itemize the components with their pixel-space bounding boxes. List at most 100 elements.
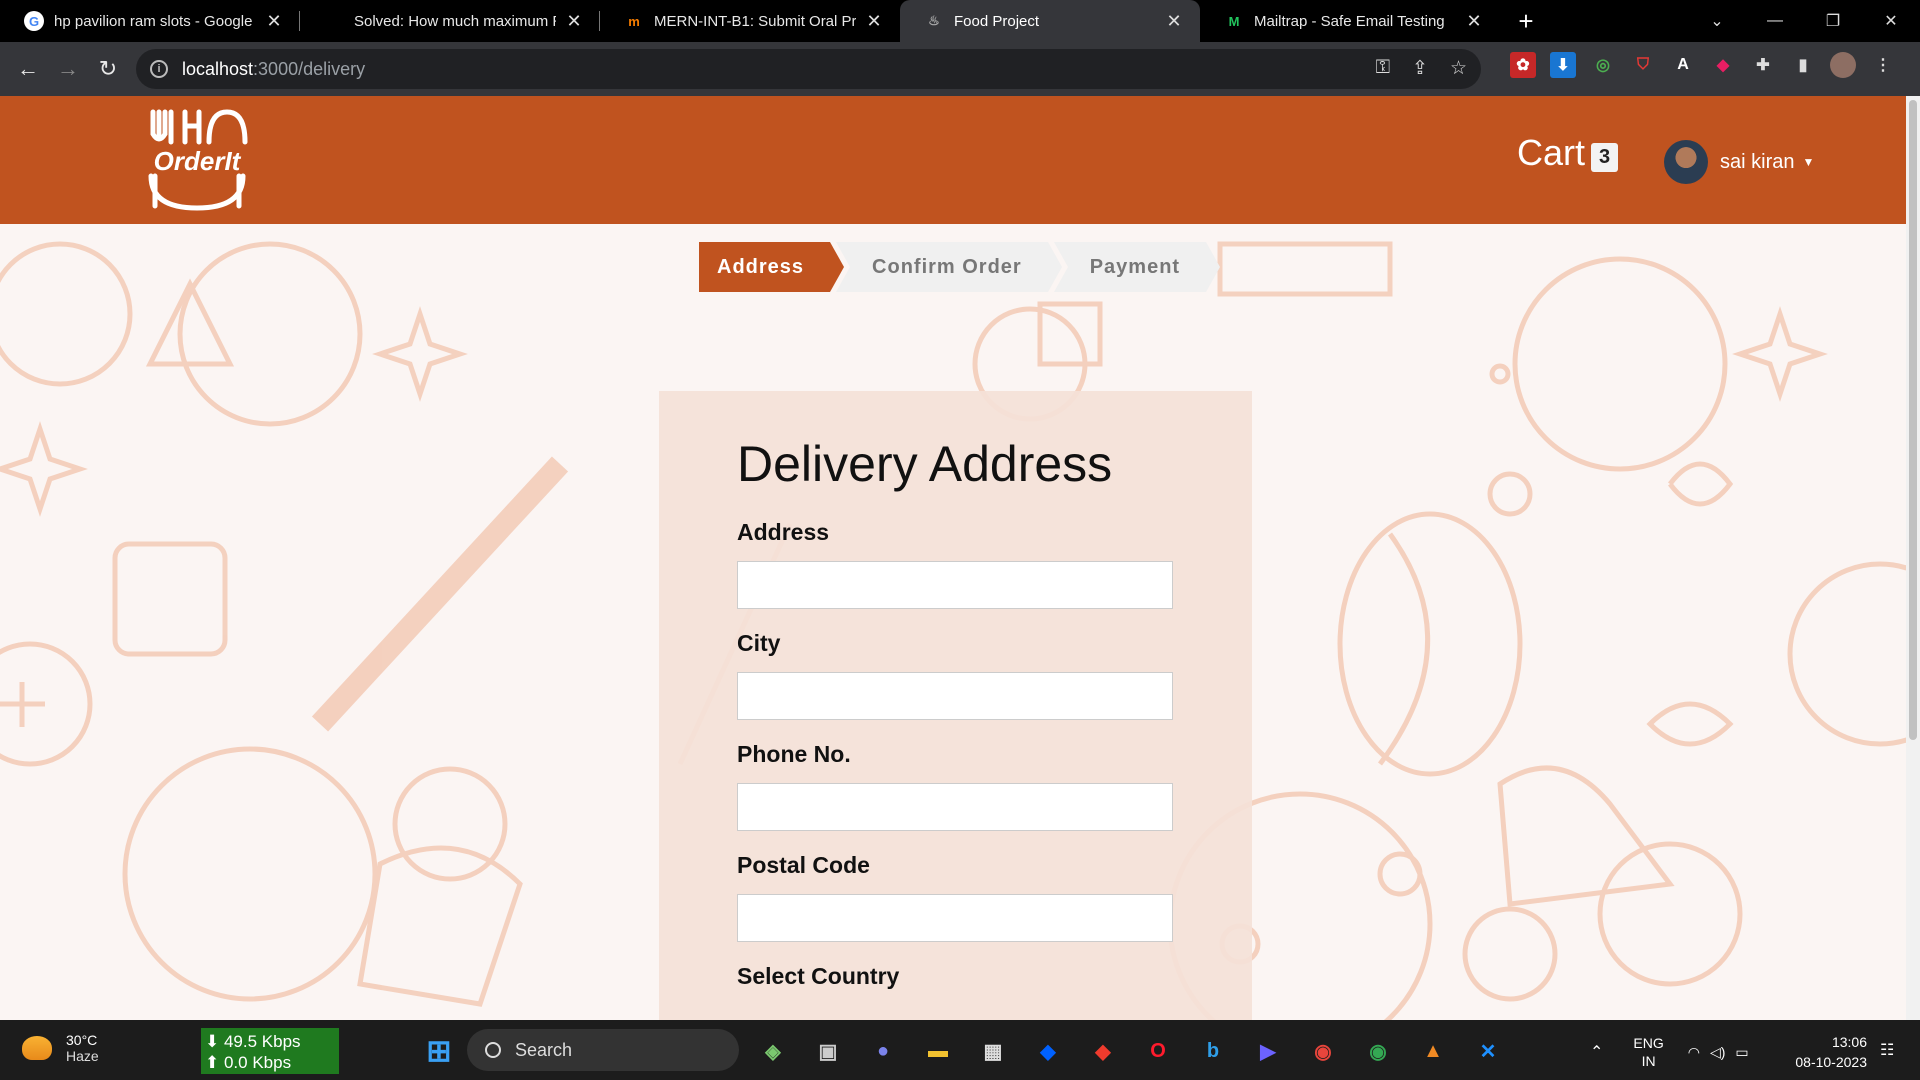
address-input[interactable] — [737, 561, 1173, 609]
extension-icon[interactable]: ◎ — [1590, 52, 1616, 78]
menu-dots-icon[interactable]: ⋮ — [1870, 52, 1896, 78]
download-speed: ⬇ 49.5 Kbps — [205, 1032, 301, 1051]
download-extension-icon[interactable]: ⬇ — [1550, 52, 1576, 78]
clock[interactable]: 13:06 08-10-2023 — [1785, 1032, 1867, 1072]
lang-code: ENG — [1633, 1035, 1664, 1051]
shield-icon[interactable]: ⛉ — [1630, 52, 1656, 78]
tab-title: hp pavilion ram slots - Google S — [54, 12, 256, 30]
browser-tab[interactable]: Solved: How much maximum RA ✕ — [300, 0, 600, 42]
masai-icon: m — [628, 13, 640, 29]
language-indicator[interactable]: ENG IN — [1633, 1034, 1663, 1070]
battery-icon[interactable]: ▭ — [1735, 1044, 1748, 1061]
key-icon[interactable]: ⚿ — [1376, 57, 1390, 80]
city-input[interactable] — [737, 672, 1173, 720]
caret-down-icon: ▼ — [1802, 155, 1815, 169]
media-player-icon[interactable]: ▶ — [1247, 1030, 1289, 1072]
cart-link[interactable]: Cart 3 — [1517, 132, 1619, 174]
user-menu[interactable]: sai kiran ▼ — [1664, 140, 1814, 184]
food-favicon-icon: ♨ — [928, 13, 940, 28]
pinned-apps: ◈ ▣ ● ▬ ▦ ◆ ◆ O b ▶ ◉ ◉ ▲ ✕ — [752, 1030, 1522, 1072]
volume-icon[interactable]: ◁) — [1710, 1044, 1725, 1061]
anydesk-icon[interactable]: ◆ — [1082, 1030, 1124, 1072]
tab-title: Mailtrap - Safe Email Testing — [1254, 12, 1445, 30]
notification-icon[interactable]: ☷ — [1880, 1040, 1894, 1060]
browser-tab[interactable]: M Mailtrap - Safe Email Testing ✕ — [1200, 0, 1500, 42]
weather-condition: Haze — [66, 1048, 99, 1064]
browser-tab-active[interactable]: ♨ Food Project ✕ — [900, 0, 1200, 42]
page-icon — [324, 11, 344, 31]
file-explorer-icon[interactable]: ▬ — [917, 1030, 959, 1072]
opera-icon[interactable]: O — [1137, 1030, 1179, 1072]
country-label: Select Country — [737, 963, 900, 989]
system-tray: ⌃ ENG IN ◠ ◁) ▭ — [1590, 1034, 1749, 1070]
page-scrollbar[interactable] — [1906, 96, 1920, 1020]
extensions-area: ✿ ⬇ ◎ ⛉ A ◆ ✚ ▮ ⋮ — [1510, 52, 1896, 78]
side-panel-icon[interactable]: ▮ — [1790, 52, 1816, 78]
upload-speed: ⬆ 0.0 Kbps — [205, 1053, 292, 1072]
url-host: localhost — [182, 58, 254, 79]
reload-icon[interactable]: ↻ — [88, 56, 128, 82]
restore-icon[interactable]: ❐ — [1804, 11, 1862, 31]
color-picker-icon[interactable]: ◆ — [1710, 52, 1736, 78]
phone-input[interactable] — [737, 783, 1173, 831]
google-icon: G — [24, 11, 44, 31]
step-confirm-order: Confirm Order — [836, 242, 1062, 292]
step-address: Address — [699, 242, 845, 292]
date: 08-10-2023 — [1795, 1054, 1867, 1070]
windows-taskbar: 30°C Haze ⬇ 49.5 Kbps ⬆ 0.0 Kbps ⊞ Searc… — [0, 1020, 1920, 1080]
site-info-icon[interactable]: i — [150, 60, 168, 78]
time: 13:06 — [1831, 1034, 1867, 1050]
chrome-icon[interactable]: ◉ — [1302, 1030, 1344, 1072]
taskbar-search[interactable]: Search — [467, 1029, 739, 1071]
close-tab-icon[interactable]: ✕ — [264, 11, 284, 32]
weather-widget[interactable]: 30°C Haze — [22, 1032, 99, 1064]
extension-a-icon[interactable]: A — [1670, 52, 1696, 78]
city-label: City — [737, 630, 781, 656]
close-tab-icon[interactable]: ✕ — [864, 11, 884, 32]
cart-label: Cart — [1517, 132, 1586, 173]
vlc-icon[interactable]: ▲ — [1412, 1030, 1454, 1072]
window-controls: ⌄ — ❐ ✕ — [1688, 0, 1920, 42]
new-tab-button[interactable]: + — [1506, 6, 1546, 37]
haze-weather-icon — [22, 1036, 52, 1060]
postal-code-input[interactable] — [737, 894, 1173, 942]
close-tab-icon[interactable]: ✕ — [1164, 11, 1184, 32]
orderit-logo[interactable]: OrderIt — [145, 106, 249, 212]
scrollbar-thumb[interactable] — [1909, 100, 1917, 740]
teams-chat-icon[interactable]: ● — [862, 1030, 904, 1072]
delivery-form-card: Delivery Address Address City Phone No. … — [659, 391, 1252, 1020]
bing-icon[interactable]: b — [1192, 1030, 1234, 1072]
chevron-up-icon[interactable]: ⌃ — [1590, 1042, 1603, 1062]
address-bar[interactable]: i localhost:3000/delivery ⚿ ⇪ ☆ — [136, 49, 1481, 89]
dropbox-icon[interactable]: ◆ — [1027, 1030, 1069, 1072]
share-icon[interactable]: ⇪ — [1412, 57, 1428, 80]
form-title: Delivery Address — [737, 436, 1113, 492]
browser-tab[interactable]: m MERN-INT-B1: Submit Oral Pres ✕ — [600, 0, 900, 42]
browser-tab[interactable]: G hp pavilion ram slots - Google S ✕ — [0, 0, 300, 42]
vscode-icon[interactable]: ✕ — [1467, 1030, 1509, 1072]
checkout-steps: Address Confirm Order Payment — [699, 242, 1221, 292]
bookmark-star-icon[interactable]: ☆ — [1450, 57, 1467, 80]
postal-code-label: Postal Code — [737, 852, 870, 878]
close-window-icon[interactable]: ✕ — [1862, 11, 1920, 31]
ms-store-icon[interactable]: ▦ — [972, 1030, 1014, 1072]
back-icon[interactable]: ← — [8, 56, 48, 82]
tab-title: MERN-INT-B1: Submit Oral Pres — [654, 12, 856, 30]
close-tab-icon[interactable]: ✕ — [564, 11, 584, 32]
copilot-icon[interactable]: ◈ — [752, 1030, 794, 1072]
windows-start-icon[interactable]: ⊞ — [418, 1030, 460, 1072]
temperature: 30°C — [66, 1032, 98, 1048]
wifi-icon[interactable]: ◠ — [1688, 1044, 1700, 1061]
mailtrap-icon: M — [1228, 13, 1240, 29]
tab-search-icon[interactable]: ⌄ — [1688, 11, 1746, 31]
site-header: OrderIt Cart 3 sai kiran ▼ — [0, 96, 1906, 224]
chrome-profile-icon[interactable]: ◉ — [1357, 1030, 1399, 1072]
task-view-icon[interactable]: ▣ — [807, 1030, 849, 1072]
tab-title: Food Project — [954, 12, 1040, 30]
puzzle-icon[interactable]: ✚ — [1750, 52, 1776, 78]
forward-icon[interactable]: → — [48, 56, 88, 82]
minimize-icon[interactable]: — — [1746, 12, 1804, 30]
close-tab-icon[interactable]: ✕ — [1464, 11, 1484, 32]
extension-icon[interactable]: ✿ — [1510, 52, 1536, 78]
profile-avatar-icon[interactable] — [1830, 52, 1856, 78]
